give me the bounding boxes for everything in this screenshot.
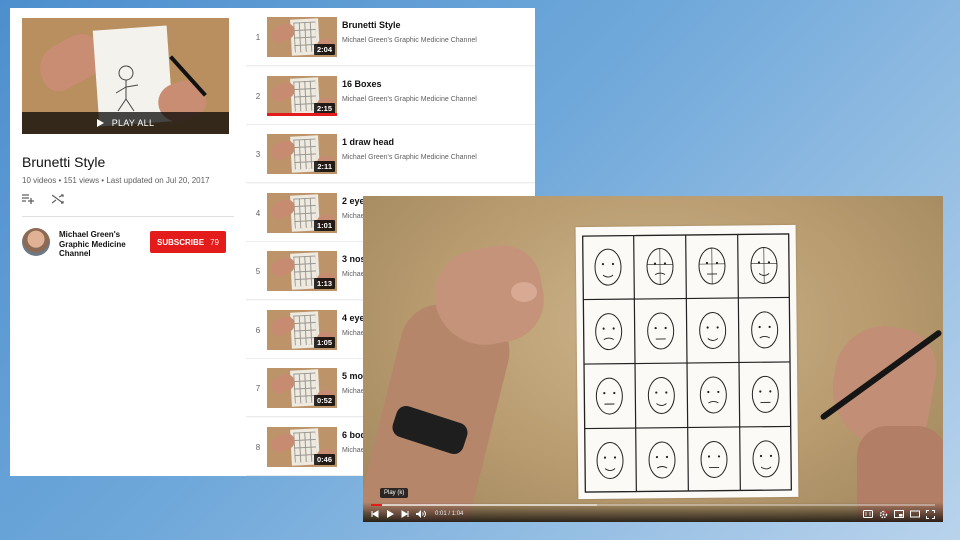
control-row: 0:01 / 1:04 [371, 508, 935, 520]
video-index: 8 [255, 442, 261, 452]
video-index: 2 [255, 91, 261, 101]
play-icon[interactable] [386, 510, 394, 518]
video-title[interactable]: 5 mo [342, 371, 363, 381]
play-all-label: PLAY ALL [111, 118, 155, 128]
video-duration: 1:13 [313, 278, 335, 289]
video-channel[interactable]: Michae [342, 330, 365, 337]
play-all-button[interactable]: PLAY ALL [22, 112, 229, 134]
video-thumbnail[interactable]: 1:01 [267, 192, 337, 233]
video-index: 3 [255, 150, 261, 159]
divider [22, 216, 234, 217]
play-icon [96, 119, 104, 127]
player-controls: 0:01 / 1:04 [363, 502, 943, 522]
miniplayer-icon[interactable] [894, 510, 904, 518]
video-duration: 1:01 [313, 219, 335, 231]
video-channel[interactable]: Michae [342, 388, 365, 395]
playlist-owner: Michael Green's Graphic Medicine Channel… [22, 226, 234, 266]
next-icon[interactable] [401, 510, 409, 518]
playlist-hero-thumbnail[interactable]: PLAY ALL [22, 18, 229, 134]
video-thumbnail[interactable]: 1:05 [267, 309, 337, 350]
video-duration: 0:46 [313, 453, 335, 465]
sixteen-faces-drawing [582, 233, 793, 493]
total-time: 1:04 [451, 511, 464, 517]
video-channel[interactable]: Michae [342, 271, 365, 278]
shuffle-icon[interactable] [52, 194, 64, 204]
watched-progress [267, 112, 337, 116]
video-channel[interactable]: Michae [342, 213, 365, 220]
subscribe-label: SUBSCRIBE [156, 237, 205, 247]
fullscreen-icon[interactable] [926, 509, 935, 519]
last-updated: Last updated on Jul 20, 2017 [106, 176, 210, 185]
progress-loaded [371, 504, 597, 506]
settings-icon[interactable] [879, 510, 888, 519]
avatar[interactable] [22, 228, 50, 256]
video-channel[interactable]: Michael Green's Graphic Medicine Channel [342, 154, 477, 161]
previous-icon[interactable] [371, 510, 379, 518]
owner-name[interactable]: Michael Green's Graphic Medicine Channel [59, 230, 141, 259]
control-right-group [863, 509, 935, 519]
drawing-sheet [575, 224, 799, 500]
video-thumbnail[interactable]: 0:46 [267, 426, 337, 467]
playlist-actions [22, 194, 64, 204]
video-thumbnail[interactable]: 2:15 [267, 75, 337, 116]
video-title[interactable]: 16 Boxes [342, 79, 382, 89]
subscriber-count: 79 [210, 237, 220, 247]
video-index: 1 [255, 33, 261, 42]
video-index: 5 [255, 267, 261, 276]
timecode: 0:01 / 1:04 [435, 511, 464, 517]
captions-icon[interactable] [863, 510, 873, 518]
video-duration: 0:52 [313, 395, 335, 406]
video-player[interactable]: Play (k) 0:01 / 1:04 [363, 196, 943, 522]
current-time: 0:01 [435, 511, 447, 517]
playlist-sidebar: PLAY ALL Brunetti Style 10 videos • 151 … [10, 8, 245, 476]
video-channel[interactable]: Michael Green's Graphic Medicine Channel [342, 96, 477, 103]
video-title[interactable]: Brunetti Style [342, 20, 401, 30]
video-count: 10 videos [22, 176, 57, 185]
video-channel[interactable]: Michael Green's Graphic Medicine Channel [342, 37, 477, 44]
video-title[interactable]: 4 eye [342, 313, 365, 323]
playlist-title: Brunetti Style [22, 154, 106, 170]
video-channel[interactable]: Michae [342, 447, 365, 454]
video-title[interactable]: 2 eye [342, 196, 365, 206]
video-title[interactable]: 1 draw head [342, 137, 394, 147]
playlist-video-item[interactable]: 3 2:11 1 draw head Michael Green's Graphic … [246, 125, 535, 183]
theater-mode-icon[interactable] [910, 510, 920, 518]
video-index: 4 [255, 208, 261, 218]
video-thumbnail[interactable]: 1:13 [267, 251, 337, 291]
video-index: 7 [255, 384, 261, 393]
view-count: 151 views [63, 176, 100, 185]
progress-played [371, 504, 383, 506]
video-duration: 2:04 [313, 44, 335, 55]
video-duration: 1:05 [313, 336, 335, 348]
video-title[interactable]: 3 nos [342, 254, 366, 264]
video-thumbnail[interactable]: 0:52 [267, 368, 337, 408]
playlist-stats: 10 videos • 151 views • Last updated on … [22, 176, 210, 185]
video-thumbnail[interactable]: 2:04 [267, 17, 337, 57]
playlist-video-item[interactable]: 2 2:15 16 Boxes Michael Green's Graphic Med… [246, 66, 535, 125]
play-tooltip: Play (k) [380, 488, 409, 498]
video-duration: 2:11 [314, 161, 335, 172]
subscribe-button[interactable]: SUBSCRIBE 79 [150, 231, 226, 253]
add-to-queue-icon[interactable] [22, 194, 34, 204]
volume-icon[interactable] [416, 510, 426, 518]
video-thumbnail[interactable]: 2:11 [267, 134, 337, 174]
video-index: 6 [255, 325, 261, 335]
progress-bar[interactable] [371, 504, 935, 506]
playlist-video-item[interactable]: 1 2:04 Brunetti Style Michael Green's Graph… [246, 8, 535, 66]
